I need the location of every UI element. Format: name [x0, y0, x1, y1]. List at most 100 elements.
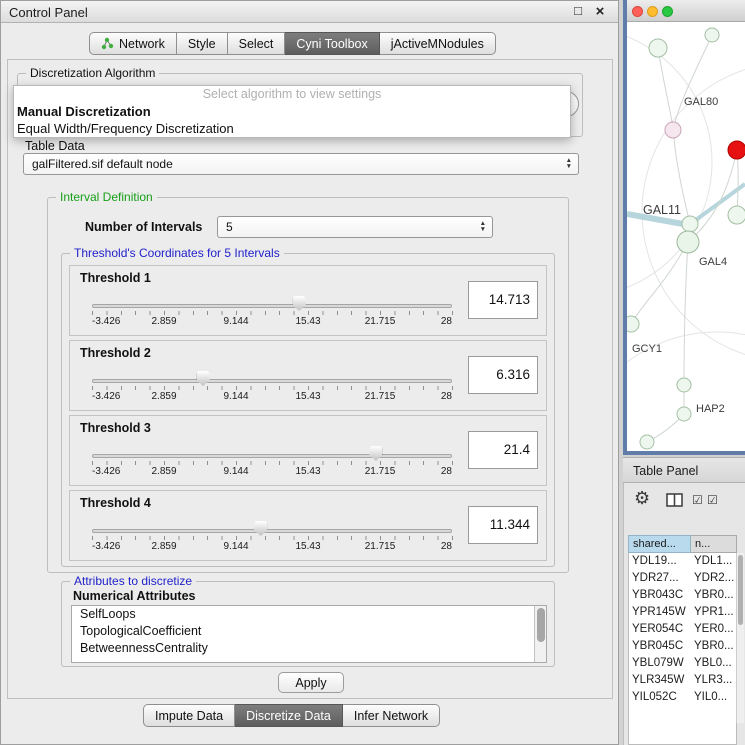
- threshold-3-label: Threshold 3: [80, 421, 151, 435]
- table-row[interactable]: YER054C YER0...: [629, 621, 736, 638]
- tab-impute-data[interactable]: Impute Data: [143, 704, 235, 727]
- zoom-traffic-light-icon[interactable]: [662, 6, 673, 17]
- node-label: GAL11: [643, 203, 681, 217]
- threshold-2-panel: Threshold 2 6.316 -3.4262.859 9.14415.43…: [69, 340, 547, 411]
- tab-infer-network[interactable]: Infer Network: [343, 704, 440, 727]
- node-label: GAL80: [684, 96, 718, 108]
- threshold-1-slider-thumb[interactable]: [293, 296, 306, 311]
- column-header-shared-name[interactable]: shared...: [628, 535, 691, 553]
- slider-scale: -3.4262.859 9.14415.43 21.71528: [92, 466, 452, 478]
- network-node[interactable]: [677, 378, 691, 392]
- close-window-icon[interactable]: ×: [592, 3, 608, 20]
- cell: YPR1...: [691, 604, 736, 621]
- network-node[interactable]: [665, 122, 681, 138]
- tab-discretize-data-label: Discretize Data: [246, 709, 331, 723]
- table-row[interactable]: YBR043C YBR0...: [629, 587, 736, 604]
- table-row[interactable]: YDL19... YDL1...: [629, 553, 736, 570]
- tab-select[interactable]: Select: [228, 32, 286, 55]
- table-rows: YDL19... YDL1... YDR27... YDR2... YBR043…: [628, 553, 737, 745]
- cell: YBL0...: [691, 655, 736, 672]
- threshold-1-slider[interactable]: -3.4262.859 9.14415.43 21.71528: [92, 294, 452, 334]
- cell: YIL0...: [691, 689, 736, 706]
- float-window-icon[interactable]: □: [570, 3, 586, 18]
- cell: YIL052C: [629, 689, 691, 706]
- option-manual-discretization[interactable]: Manual Discretization: [14, 103, 570, 120]
- network-node[interactable]: [640, 435, 654, 449]
- list-item[interactable]: SelfLoops: [72, 606, 546, 623]
- selected-network-node[interactable]: [728, 141, 745, 159]
- threshold-2-value-field[interactable]: 6.316: [468, 356, 538, 394]
- tab-style[interactable]: Style: [177, 32, 228, 55]
- table-data-value: galFiltered.sif default node: [32, 157, 173, 171]
- network-node[interactable]: [682, 216, 698, 232]
- node-label: GCY1: [632, 343, 662, 355]
- cell: YER054C: [629, 621, 691, 638]
- threshold-1-value-field[interactable]: 14.713: [468, 281, 538, 319]
- cell: YLR3...: [691, 672, 736, 689]
- table-panel-header: Table Panel: [623, 457, 745, 483]
- edit-checkbox-icon[interactable]: ☑: [707, 493, 718, 507]
- network-node[interactable]: [705, 28, 719, 42]
- threshold-3-slider-thumb[interactable]: [369, 446, 382, 461]
- threshold-2-slider-thumb[interactable]: [197, 371, 210, 386]
- threshold-3-slider[interactable]: -3.4262.859 9.14415.43 21.71528: [92, 444, 452, 484]
- number-of-intervals-combobox[interactable]: 5 ▲▼: [217, 216, 493, 238]
- table-row[interactable]: YBR045C YBR0...: [629, 638, 736, 655]
- threshold-4-value-field[interactable]: 11.344: [468, 506, 538, 544]
- table-row[interactable]: YBL079W YBL0...: [629, 655, 736, 672]
- list-item[interactable]: TopologicalCoefficient: [72, 623, 546, 640]
- threshold-4-slider-thumb[interactable]: [254, 521, 267, 536]
- numerical-attributes-list: SelfLoops TopologicalCoefficient Between…: [71, 605, 547, 663]
- slider-track: [92, 529, 452, 533]
- gear-icon[interactable]: ⚙: [634, 488, 650, 509]
- table-scrollbar[interactable]: [736, 553, 744, 723]
- table-data-combobox[interactable]: galFiltered.sif default node ▲▼: [23, 153, 579, 175]
- show-all-checkbox-icon[interactable]: ☑: [692, 493, 703, 507]
- threshold-4-panel: Threshold 4 11.344 -3.4262.859 9.14415.4…: [69, 490, 547, 561]
- network-window-titlebar: [627, 0, 745, 22]
- algorithm-group-title: Discretization Algorithm: [26, 66, 159, 80]
- network-view-window: GAL80 GAL11 GAL4 GCY1 HAP2: [623, 0, 745, 455]
- list-scrollbar[interactable]: [534, 606, 546, 662]
- minimize-traffic-light-icon[interactable]: [647, 6, 658, 17]
- network-graph: GAL80 GAL11 GAL4 GCY1 HAP2: [627, 22, 745, 451]
- column-header-name[interactable]: n...: [691, 535, 737, 553]
- tab-cyni-toolbox[interactable]: Cyni Toolbox: [285, 32, 379, 55]
- cell: YLR345W: [629, 672, 691, 689]
- slider-track: [92, 454, 452, 458]
- network-node[interactable]: [627, 316, 639, 332]
- columns-icon[interactable]: [666, 493, 683, 507]
- combo-stepper-icon: ▲▼: [480, 221, 486, 233]
- network-node[interactable]: [677, 231, 699, 253]
- tab-network[interactable]: Network: [89, 32, 177, 55]
- scrollbar-thumb[interactable]: [738, 555, 743, 625]
- threshold-4-slider[interactable]: -3.4262.859 9.14415.43 21.71528: [92, 519, 452, 559]
- table-row[interactable]: YDR27... YDR2...: [629, 570, 736, 587]
- option-equal-width-frequency[interactable]: Equal Width/Frequency Discretization: [14, 120, 570, 137]
- tab-cyni-toolbox-label: Cyni Toolbox: [296, 37, 367, 51]
- tab-jactivemnodules[interactable]: jActiveMNodules: [380, 32, 496, 55]
- network-node[interactable]: [649, 39, 667, 57]
- thresholds-group-title: Threshold's Coordinates for 5 Intervals: [70, 246, 284, 260]
- slider-track: [92, 379, 452, 383]
- threshold-4-label: Threshold 4: [80, 496, 151, 510]
- network-node[interactable]: [677, 407, 691, 421]
- table-row[interactable]: YPR145W YPR1...: [629, 604, 736, 621]
- threshold-3-panel: Threshold 3 21.4 -3.4262.859 9.14415.43 …: [69, 415, 547, 486]
- table-row[interactable]: YLR345W YLR3...: [629, 672, 736, 689]
- scrollbar-thumb[interactable]: [537, 608, 545, 642]
- threshold-3-value-field[interactable]: 21.4: [468, 431, 538, 469]
- close-traffic-light-icon[interactable]: [632, 6, 643, 17]
- node-label: HAP2: [696, 403, 725, 415]
- threshold-2-slider[interactable]: -3.4262.859 9.14415.43 21.71528: [92, 369, 452, 409]
- network-node[interactable]: [728, 206, 745, 224]
- apply-button[interactable]: Apply: [278, 672, 344, 693]
- table-toolbar: ⚙ ☑ ☑: [624, 485, 745, 515]
- list-item[interactable]: BetweennessCentrality: [72, 640, 546, 657]
- node-label: GAL4: [699, 256, 727, 268]
- table-row[interactable]: YIL052C YIL0...: [629, 689, 736, 706]
- tab-discretize-data[interactable]: Discretize Data: [235, 704, 343, 727]
- network-canvas[interactable]: GAL80 GAL11 GAL4 GCY1 HAP2: [627, 22, 745, 451]
- cell: YDR27...: [629, 570, 691, 587]
- slider-scale: -3.4262.859 9.14415.43 21.71528: [92, 541, 452, 553]
